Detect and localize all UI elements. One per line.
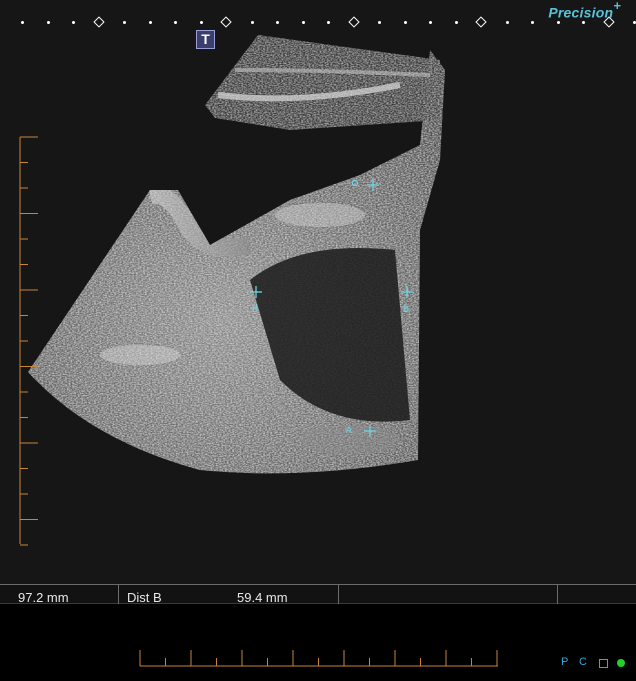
ultrasound-viewport[interactable]: Precision+ T B B A <box>0 0 636 584</box>
caliper-cross-icon[interactable] <box>366 178 380 192</box>
measurement-value-a: 97.2 mm <box>18 590 69 604</box>
bottom-panel: 97.2 mm Dist B 59.4 mm <box>0 584 636 681</box>
caliper-label: A <box>346 426 353 437</box>
measurement-dist-label: Dist B <box>127 590 162 604</box>
status-square-icon <box>599 659 608 668</box>
focus-dot-marker <box>46 21 50 24</box>
status-p-label: P <box>561 656 569 668</box>
focus-dot-marker <box>174 21 177 24</box>
caliper-cross-icon[interactable] <box>249 285 263 299</box>
focus-dot-marker <box>429 21 432 24</box>
caliper-label: B <box>252 305 259 316</box>
caliper-label: B <box>403 305 410 316</box>
focus-dot-marker <box>531 21 534 24</box>
focus-dot-marker <box>250 21 254 24</box>
caliper-point-marker <box>351 179 359 187</box>
status-c-label: C <box>579 656 587 668</box>
measurement-bar: 97.2 mm Dist B 59.4 mm <box>0 584 636 604</box>
green-dot-icon <box>617 659 625 667</box>
focus-dot-marker <box>582 21 585 24</box>
precision-logo: Precision+ <box>548 0 621 21</box>
focus-dot-marker <box>454 21 458 24</box>
focus-dot-marker <box>123 21 126 24</box>
focus-dot-marker <box>327 21 330 24</box>
focus-dot-marker <box>301 21 305 24</box>
caliper-cross-icon[interactable] <box>400 285 414 299</box>
focus-dot-marker <box>148 21 152 24</box>
ultrasound-image <box>19 35 445 546</box>
focus-dot-marker <box>21 21 24 24</box>
focus-dot-marker <box>505 21 509 24</box>
lateral-scale-ruler <box>139 650 498 667</box>
text-annotation-icon[interactable]: T <box>196 30 215 49</box>
focus-dot-marker <box>556 21 560 24</box>
focus-dot-marker <box>276 21 279 24</box>
measurement-value-b: 59.4 mm <box>237 590 288 604</box>
focus-dot-marker <box>72 21 75 24</box>
focus-dot-marker <box>403 21 407 24</box>
focus-dot-marker <box>199 21 203 24</box>
focus-dot-marker <box>378 21 381 24</box>
caliper-cross-icon[interactable] <box>363 424 377 438</box>
